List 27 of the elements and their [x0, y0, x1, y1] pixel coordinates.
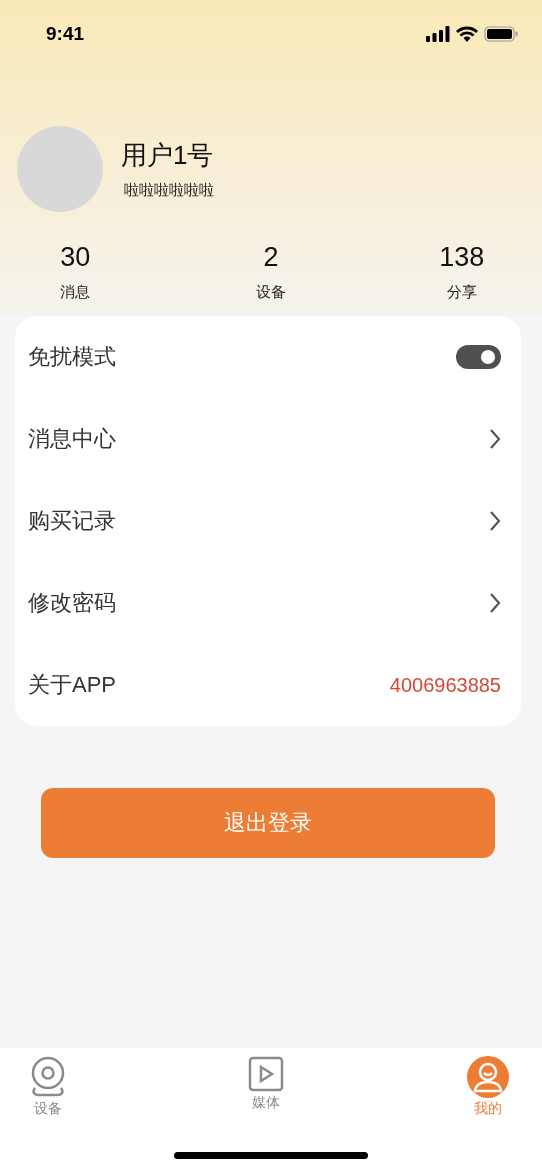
menu-item-label[interactable]: 消息中心 — [28, 424, 116, 454]
stat-value: 30 — [60, 242, 91, 273]
stat-label: 分享 — [446, 283, 477, 302]
stat-value: 138 — [439, 242, 485, 273]
user-bio: 啦啦啦啦啦啦 — [123, 181, 214, 200]
menu-item-label[interactable]: 免扰模式 — [28, 342, 116, 372]
signal-icon — [426, 26, 450, 42]
chevron-right-icon — [489, 428, 501, 450]
chevron-right-icon — [489, 592, 501, 614]
stat-label: 消息 — [60, 283, 91, 302]
stat-label: 设备 — [256, 283, 286, 302]
toggle-switch[interactable] — [456, 345, 501, 369]
phone-number[interactable]: 4006963885 — [389, 673, 501, 697]
menu-item-label[interactable]: 购买记录 — [28, 506, 116, 536]
stat-value: 2 — [263, 242, 279, 273]
wifi-icon — [456, 26, 478, 42]
chevron-right-icon — [489, 510, 501, 532]
menu-item-label[interactable]: 关于APP — [28, 670, 117, 700]
user-name: 用户1号 — [121, 139, 214, 172]
menu-item-label[interactable]: 修改密码 — [28, 588, 116, 618]
camera-icon — [30, 1056, 66, 1098]
tab-item[interactable]: 设备 — [30, 1056, 66, 1118]
status-time: 9:41 — [46, 23, 85, 45]
tab-item[interactable]: 媒体 — [248, 1056, 284, 1118]
user-icon — [466, 1056, 510, 1098]
battery-icon — [484, 26, 518, 42]
play-icon — [248, 1056, 284, 1092]
